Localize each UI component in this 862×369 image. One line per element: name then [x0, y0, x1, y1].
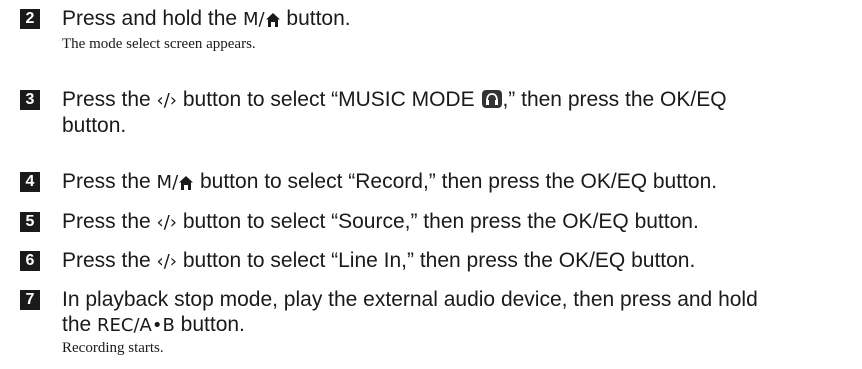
- step-number: 3: [20, 90, 40, 110]
- step-text: Press the ‹/› button to select “MUSIC MO…: [62, 88, 727, 137]
- home-icon: [265, 9, 281, 34]
- step-4: 4 Press the M/ button to select “Record,…: [20, 169, 855, 197]
- step-text: In playback stop mode, play the external…: [62, 288, 758, 336]
- step-text: Press and hold the M/ button.: [62, 6, 855, 34]
- step-text: Press the M/ button to select “Record,” …: [62, 169, 855, 197]
- mode-button-label: M/: [242, 9, 265, 30]
- mode-button-label: M/: [156, 172, 179, 193]
- step-number: 7: [20, 290, 40, 310]
- step-2: 2 Press and hold the M/ button. The mode…: [20, 6, 855, 54]
- step-5: 5 Press the ‹/› button to select “Source…: [20, 209, 855, 235]
- rec-ab-button-label: REC/A•B: [97, 315, 175, 336]
- arrow-button-label: ‹/›: [156, 251, 178, 272]
- step-7: 7 In playback stop mode, play the extern…: [20, 287, 855, 358]
- arrow-button-label: ‹/›: [156, 212, 178, 233]
- arrow-button-label: ‹/›: [156, 90, 178, 111]
- headphones-icon: [482, 90, 503, 108]
- home-icon: [178, 172, 194, 197]
- step-result: Recording starts.: [62, 340, 164, 356]
- step-number: 2: [20, 9, 40, 29]
- step-number: 4: [20, 172, 40, 192]
- step-3: 3 Press the ‹/› button to select “MUSIC …: [20, 87, 855, 138]
- step-6: 6 Press the ‹/› button to select “Line I…: [20, 248, 855, 274]
- step-number: 6: [20, 251, 40, 271]
- step-result: The mode select screen appears.: [62, 36, 256, 52]
- step-text: Press the ‹/› button to select “Line In,…: [62, 249, 696, 272]
- step-number: 5: [20, 212, 40, 232]
- step-text: Press the ‹/› button to select “Source,”…: [62, 210, 699, 233]
